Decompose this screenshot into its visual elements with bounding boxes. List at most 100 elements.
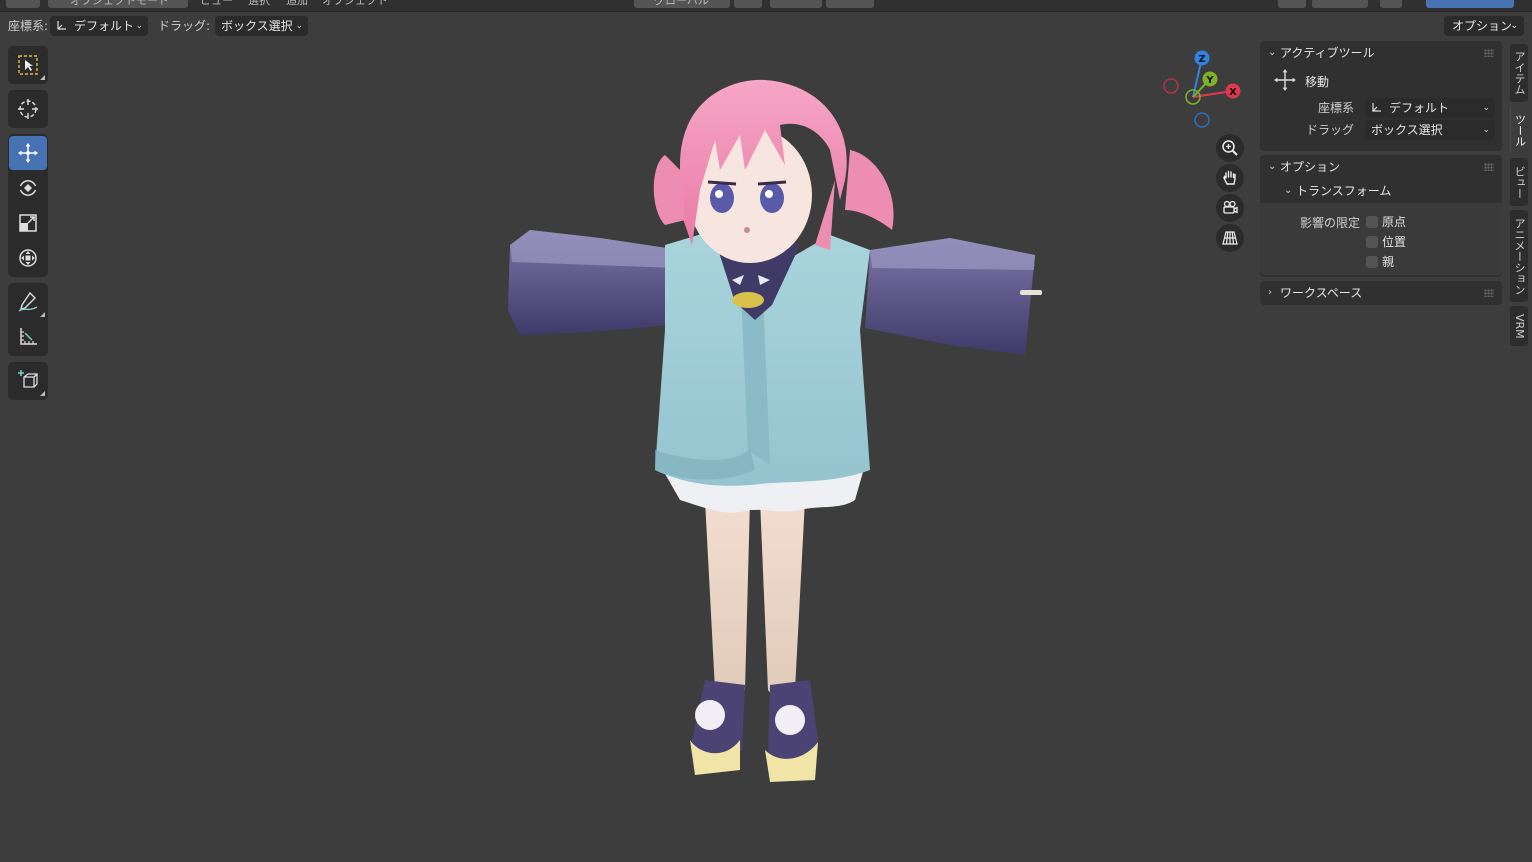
chevron-down-icon: ⌄ bbox=[1284, 185, 1293, 196]
workspace-panel: › ワークスペース bbox=[1260, 281, 1502, 305]
drag-grip-icon[interactable] bbox=[1484, 163, 1494, 171]
tool-group-annotate bbox=[8, 283, 48, 356]
affect-parents-checkbox[interactable] bbox=[1366, 256, 1378, 268]
active-tool-panel-header[interactable]: ⌄ アクティブツール bbox=[1260, 41, 1502, 65]
rotate-icon bbox=[19, 180, 37, 196]
active-tool-drag-row: ドラッグ ボックス選択 ⌄ bbox=[1260, 119, 1502, 141]
navigation-gizmo[interactable]: Z X Y bbox=[1158, 46, 1248, 132]
annotate-icon bbox=[18, 291, 38, 312]
drag-dropdown[interactable]: ボックス選択 ⌄ bbox=[215, 16, 308, 36]
select-box-icon bbox=[18, 55, 38, 75]
measure-tool[interactable] bbox=[9, 320, 47, 354]
xray-button[interactable] bbox=[1380, 0, 1402, 8]
menu-select[interactable]: 選択 bbox=[248, 0, 270, 8]
active-tool-drag-dropdown[interactable]: ボックス選択 ⌄ bbox=[1365, 120, 1495, 140]
options-button[interactable]: オプション ⌄ bbox=[1444, 16, 1524, 36]
affect-only-label: 影響の限定 bbox=[1300, 216, 1361, 230]
snap-button[interactable] bbox=[770, 0, 822, 8]
transform-orientation-dropdown[interactable]: グローバル bbox=[634, 0, 730, 8]
shading-mode-buttons[interactable] bbox=[1426, 0, 1514, 8]
drag-grip-icon[interactable] bbox=[1484, 49, 1494, 57]
gizmo-toggle-button[interactable] bbox=[1312, 0, 1368, 8]
rotate-tool[interactable] bbox=[9, 171, 47, 205]
tab-item[interactable]: アイテム bbox=[1510, 44, 1528, 102]
pivot-button[interactable] bbox=[734, 0, 762, 8]
chevron-right-icon: › bbox=[1268, 287, 1272, 298]
coord-system-value: デフォルト bbox=[74, 19, 135, 33]
add-cube-icon bbox=[18, 370, 38, 388]
transform-tool[interactable] bbox=[9, 241, 47, 275]
affect-locations-checkbox[interactable] bbox=[1366, 236, 1378, 248]
drag-label: ドラッグ: bbox=[158, 19, 211, 33]
tab-tool-label: ツール bbox=[1513, 113, 1527, 147]
submenu-corner-icon bbox=[40, 312, 45, 317]
affect-only-section: 影響の限定 原点 位置 親 bbox=[1260, 203, 1502, 275]
y-axis-label: Y bbox=[1205, 75, 1214, 86]
chevron-down-icon: ⌄ bbox=[1482, 125, 1490, 135]
pan-hand-icon bbox=[1223, 170, 1236, 185]
z-axis-label: Z bbox=[1198, 54, 1205, 65]
options-panel-title: オプション bbox=[1280, 160, 1341, 174]
tab-tool[interactable]: ツール bbox=[1510, 106, 1528, 154]
tool-settings-header: 座標系: デフォルト ⌄ ドラッグ: ボックス選択 ⌄ オプション ⌄ bbox=[0, 13, 1532, 39]
proportional-edit-button[interactable] bbox=[826, 0, 874, 8]
tab-view-label: ビュー bbox=[1513, 165, 1526, 199]
transform-orientation-label: グローバル bbox=[654, 0, 709, 7]
mode-dropdown-label: オブジェクトモード bbox=[70, 0, 169, 7]
submenu-corner-icon bbox=[40, 75, 45, 80]
menu-add[interactable]: 追加 bbox=[286, 0, 308, 8]
scale-tool[interactable] bbox=[9, 206, 47, 240]
camera-view-button[interactable] bbox=[1216, 194, 1244, 222]
axis-icon bbox=[1372, 103, 1381, 112]
add-cube-tool[interactable] bbox=[9, 364, 47, 398]
tab-vrm[interactable]: VRM bbox=[1510, 306, 1528, 346]
editor-type-button[interactable] bbox=[6, 0, 40, 8]
affect-locations-label: 位置 bbox=[1382, 235, 1407, 249]
submenu-corner-icon bbox=[40, 391, 45, 396]
tool-group-select bbox=[8, 46, 48, 84]
move-tool[interactable] bbox=[9, 136, 47, 170]
active-tool-coord-dropdown[interactable]: デフォルト ⌄ bbox=[1365, 98, 1495, 118]
annotate-tool[interactable] bbox=[9, 285, 47, 319]
cursor-tool[interactable] bbox=[9, 92, 47, 126]
neg-x-axis-handle[interactable] bbox=[1163, 78, 1179, 94]
transform-subpanel-header[interactable]: ⌄ トランスフォーム bbox=[1260, 179, 1502, 203]
menu-object[interactable]: オブジェクト bbox=[322, 0, 388, 8]
move-icon bbox=[1274, 69, 1296, 91]
camera-icon bbox=[1223, 200, 1238, 214]
mode-dropdown[interactable]: オブジェクトモード bbox=[48, 0, 188, 8]
drag-grip-icon[interactable] bbox=[1484, 289, 1494, 297]
chevron-down-icon: ⌄ bbox=[1268, 161, 1277, 172]
coord-system-label: 座標系: bbox=[8, 19, 49, 33]
affect-origins-checkbox[interactable] bbox=[1366, 216, 1378, 228]
view-object-types-button[interactable] bbox=[1278, 0, 1306, 8]
options-panel-header[interactable]: ⌄ オプション bbox=[1260, 155, 1502, 179]
character-model[interactable] bbox=[500, 70, 1060, 800]
transform-subpanel-title: トランスフォーム bbox=[1296, 184, 1392, 198]
options-button-label: オプション bbox=[1452, 19, 1513, 33]
tab-animation[interactable]: アニメーション bbox=[1510, 210, 1528, 302]
options-panel: ⌄ オプション ⌄ トランスフォーム 影響の限定 原点 位置 親 bbox=[1260, 155, 1502, 277]
tool-group-cursor bbox=[8, 90, 48, 128]
active-tool-coord-label: 座標系 bbox=[1317, 101, 1354, 115]
coord-system-dropdown[interactable]: デフォルト ⌄ bbox=[50, 16, 148, 36]
chevron-down-icon: ⌄ bbox=[295, 21, 303, 31]
measure-icon bbox=[20, 328, 37, 345]
active-tool-coord-row: 座標系 デフォルト ⌄ bbox=[1260, 97, 1502, 119]
active-tool-row: 移動 bbox=[1260, 65, 1502, 97]
move-icon bbox=[18, 143, 38, 163]
active-tool-name: 移動 bbox=[1305, 75, 1330, 89]
active-tool-panel: ⌄ アクティブツール 移動 座標系 デフォルト ⌄ ドラッグ ボックス選択 ⌄ bbox=[1260, 41, 1502, 151]
neg-z-axis-handle[interactable] bbox=[1194, 112, 1210, 128]
drag-value: ボックス選択 bbox=[221, 19, 293, 33]
tab-view[interactable]: ビュー bbox=[1510, 158, 1528, 206]
cursor-icon bbox=[18, 99, 38, 119]
tool-group-transform bbox=[8, 134, 48, 277]
zoom-button[interactable] bbox=[1216, 134, 1244, 162]
perspective-toggle-button[interactable] bbox=[1216, 224, 1244, 252]
select-box-tool[interactable] bbox=[9, 48, 47, 82]
menu-view[interactable]: ビュー bbox=[200, 0, 233, 8]
workspace-panel-header[interactable]: › ワークスペース bbox=[1260, 281, 1502, 305]
chevron-down-icon: ⌄ bbox=[1482, 103, 1490, 113]
pan-button[interactable] bbox=[1216, 164, 1244, 192]
